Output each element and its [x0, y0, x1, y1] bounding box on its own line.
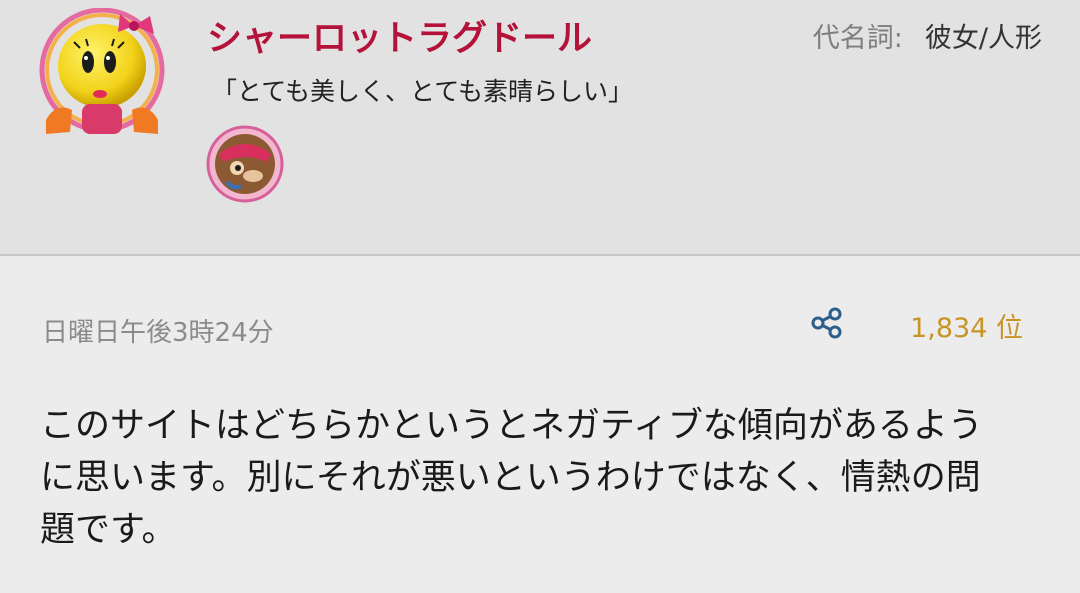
profile-header: シャーロットラグドール 代名詞: 彼女/人形 「とても美しく、とても素晴らしい」	[0, 0, 1080, 256]
pronouns-label: 代名詞:	[812, 23, 903, 54]
post-body-line: 題です。	[40, 510, 177, 550]
pronouns: 代名詞: 彼女/人形	[813, 16, 1042, 55]
post-body-line: このサイトはどちらかというとネガティブな傾向があるよう	[40, 406, 983, 446]
ms-pacman-avatar-icon[interactable]	[38, 7, 166, 136]
rank-badge[interactable]: 1,834 位	[910, 306, 1023, 345]
share-icon[interactable]	[810, 306, 844, 340]
profile-tagline: 「とても美しく、とても素晴らしい」	[212, 77, 634, 106]
post-body-line: に思います。別にそれが悪いというわけではなく、情熱の問	[40, 458, 981, 498]
username-link[interactable]: シャーロットラグドール	[207, 10, 592, 61]
post-timestamp: 日曜日午後3時24分	[42, 318, 274, 348]
character-badge-icon[interactable]	[205, 124, 285, 204]
pronouns-value: 彼女/人形	[924, 23, 1042, 54]
post-body: このサイトはどちらかというとネガティブな傾向があるよう に思います。別にそれが悪…	[40, 400, 1040, 556]
